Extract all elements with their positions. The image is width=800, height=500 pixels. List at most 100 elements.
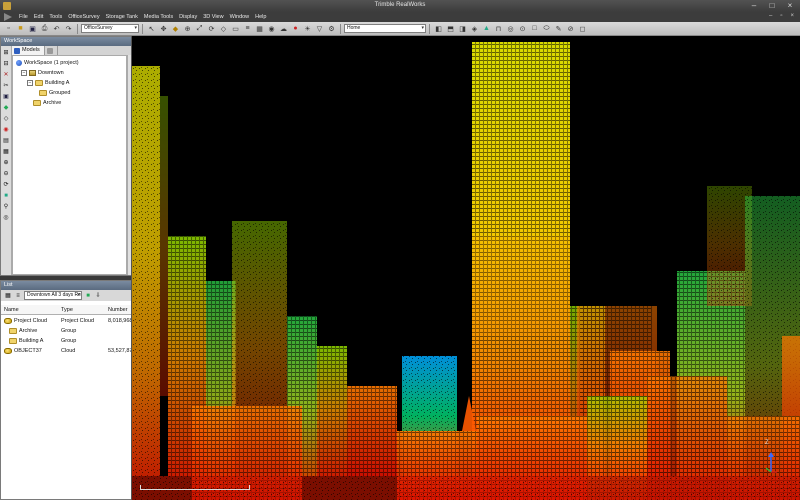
- lock-icon[interactable]: ⊓: [493, 23, 504, 34]
- menu-file[interactable]: File: [16, 14, 31, 20]
- image-icon[interactable]: ▤: [2, 137, 10, 145]
- column-name[interactable]: Name: [4, 305, 59, 315]
- measure-icon[interactable]: ◆: [170, 23, 181, 34]
- list-view-icon[interactable]: ≡: [14, 292, 22, 300]
- grid-view-icon[interactable]: ▦: [4, 292, 12, 300]
- mdi-minimize-icon[interactable]: –: [769, 13, 772, 19]
- realworks-window: Trimble RealWorks – □ × File Edit Tools …: [0, 0, 800, 500]
- open-folder-icon[interactable]: ■: [15, 23, 26, 34]
- group-icon[interactable]: ◆: [2, 104, 10, 112]
- scan-icon[interactable]: ◎: [2, 214, 10, 222]
- pointer-icon[interactable]: ↖: [146, 23, 157, 34]
- view-front-icon[interactable]: ◧: [433, 23, 444, 34]
- eye-icon[interactable]: ◎: [505, 23, 516, 34]
- mesh-icon[interactable]: ▦: [2, 148, 10, 156]
- table-row[interactable]: OBJECT37 Cloud 53,527,87: [1, 346, 139, 356]
- light-icon[interactable]: ☀: [302, 23, 313, 34]
- cloud-tool-icon[interactable]: ☁: [278, 23, 289, 34]
- refresh-icon[interactable]: ⟳: [2, 181, 10, 189]
- zoom-out-icon[interactable]: ⊖: [2, 170, 10, 178]
- color-swatch-icon[interactable]: ■: [2, 192, 10, 200]
- view-select[interactable]: Home ▾: [344, 24, 426, 33]
- table-row[interactable]: Archive Group: [1, 326, 139, 336]
- view-left-icon[interactable]: ◨: [457, 23, 468, 34]
- list-panel: List × ▦ ≡ Downtown All 3 days Re ▾ ■ ⇩ …: [0, 280, 140, 500]
- export-icon[interactable]: ⇩: [94, 292, 102, 300]
- save-icon[interactable]: ▣: [27, 23, 38, 34]
- view-iso-icon[interactable]: ◈: [469, 23, 480, 34]
- ungroup-icon[interactable]: ◇: [2, 115, 10, 123]
- tree-node-workspace[interactable]: WorkSpace (1 project): [16, 59, 79, 67]
- camera-icon[interactable]: ◉: [266, 23, 277, 34]
- select-icon[interactable]: ▭: [230, 23, 241, 34]
- table-row[interactable]: Project Cloud Project Cloud 8,018,968: [1, 316, 139, 326]
- tree-node-building-a[interactable]: − Building A: [27, 79, 69, 87]
- row-name-cell: Building A: [9, 336, 60, 346]
- picker-icon[interactable]: ✎: [553, 23, 564, 34]
- clip-icon[interactable]: ⊘: [565, 23, 576, 34]
- menu-tools[interactable]: Tools: [46, 14, 65, 20]
- merge-icon[interactable]: ▣: [2, 93, 10, 101]
- minimize-icon[interactable]: –: [748, 1, 760, 10]
- list-header: List ×: [1, 281, 139, 290]
- point-cloud-viewport[interactable]: Z: [131, 36, 800, 500]
- hide-icon[interactable]: ⊟: [2, 60, 10, 68]
- menu-display[interactable]: Display: [176, 14, 200, 20]
- color-icon[interactable]: ●: [290, 23, 301, 34]
- layer-icon[interactable]: ≡: [242, 23, 253, 34]
- fit-icon[interactable]: ⤢: [194, 23, 205, 34]
- table-row[interactable]: Building A Group: [1, 336, 139, 346]
- ellipse-icon[interactable]: ⬭: [541, 23, 552, 34]
- view-top-icon[interactable]: ⬒: [445, 23, 456, 34]
- menu-3d-view[interactable]: 3D View: [200, 14, 226, 20]
- cut-icon[interactable]: ✂: [2, 82, 10, 90]
- cube-icon[interactable]: ◻: [577, 23, 588, 34]
- menu-storage-tank[interactable]: Storage Tank: [103, 14, 141, 20]
- menu-officesurvey[interactable]: OfficeSurvey: [65, 14, 102, 20]
- undo-icon[interactable]: ↶: [51, 23, 62, 34]
- settings-icon[interactable]: ⚙: [326, 23, 337, 34]
- module-select[interactable]: OfficeSurvey ▾: [81, 24, 139, 33]
- rotate-icon[interactable]: ⟳: [206, 23, 217, 34]
- collapse-icon[interactable]: −: [27, 80, 33, 86]
- tree-node-label: WorkSpace (1 project): [24, 60, 79, 66]
- menu-logo-icon[interactable]: [4, 13, 12, 21]
- pan-icon[interactable]: ✥: [158, 23, 169, 34]
- workspace-tree: WorkSpace (1 project) − Downtown − Build…: [12, 55, 127, 275]
- mdi-restore-icon[interactable]: ▫: [780, 13, 782, 19]
- mdi-close-icon[interactable]: ×: [790, 13, 794, 19]
- orbit-icon[interactable]: ⊙: [517, 23, 528, 34]
- column-type[interactable]: Type: [61, 305, 106, 315]
- secondary-tab-icon: [46, 47, 53, 54]
- segment-icon[interactable]: ◇: [218, 23, 229, 34]
- close-icon[interactable]: ×: [784, 1, 796, 10]
- menu-help[interactable]: Help: [252, 14, 269, 20]
- list-filter-value: Downtown All 3 days Re: [27, 292, 81, 298]
- delete-icon[interactable]: ✕: [2, 71, 10, 79]
- menu-edit[interactable]: Edit: [31, 14, 46, 20]
- menu-media-tools[interactable]: Media Tools: [141, 14, 176, 20]
- new-icon[interactable]: ▫: [3, 23, 14, 34]
- link-icon[interactable]: ⚲: [2, 203, 10, 211]
- redo-icon[interactable]: ↷: [63, 23, 74, 34]
- filter-icon[interactable]: ▽: [314, 23, 325, 34]
- tree-node-grouped[interactable]: Grouped: [39, 89, 70, 97]
- filter-apply-icon[interactable]: ■: [84, 292, 92, 300]
- grid-icon[interactable]: ▦: [254, 23, 265, 34]
- tab-models[interactable]: Models: [12, 46, 45, 55]
- pin-icon[interactable]: ⊞: [2, 49, 10, 57]
- zoom-in-icon[interactable]: ⊕: [2, 159, 10, 167]
- tree-node-downtown[interactable]: − Downtown: [21, 69, 64, 77]
- list-filter-select[interactable]: Downtown All 3 days Re ▾: [24, 291, 82, 300]
- view-color-icon[interactable]: ▲: [481, 23, 492, 34]
- print-icon[interactable]: ⎙: [39, 23, 50, 34]
- maximize-icon[interactable]: □: [766, 1, 778, 10]
- tree-node-archive[interactable]: Archive: [33, 99, 61, 107]
- zoom-icon[interactable]: ⊕: [182, 23, 193, 34]
- box-icon[interactable]: □: [529, 23, 540, 34]
- target-icon[interactable]: ◉: [2, 126, 10, 134]
- workspace-tabs: Models: [12, 46, 139, 55]
- tab-secondary[interactable]: [45, 46, 58, 55]
- menu-window[interactable]: Window: [227, 14, 253, 20]
- collapse-icon[interactable]: −: [21, 70, 27, 76]
